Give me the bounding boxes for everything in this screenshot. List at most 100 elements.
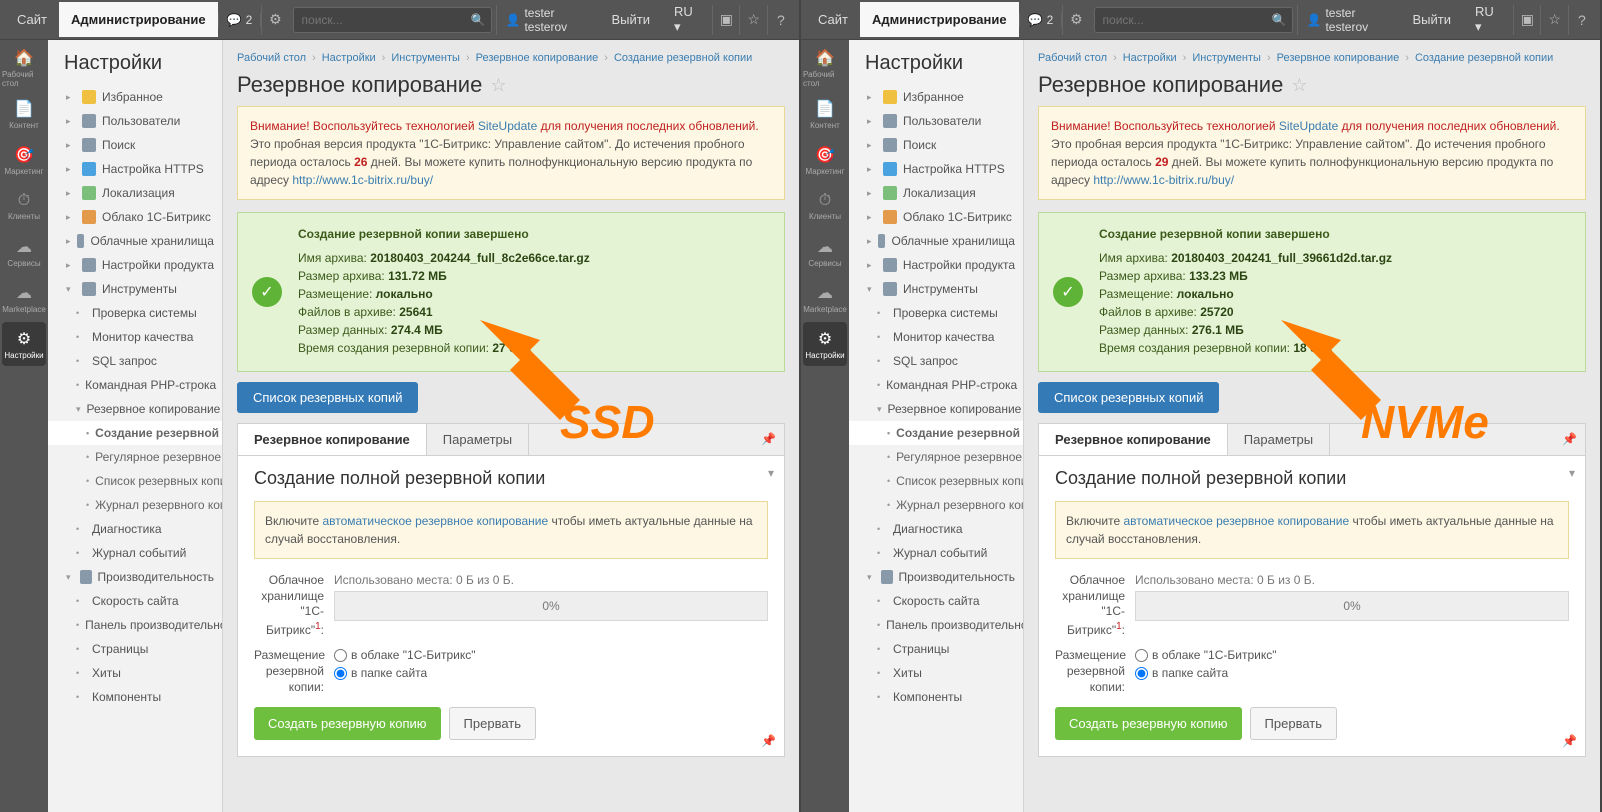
nav-item[interactable]: ▸Облако 1С-Битрикс — [48, 205, 222, 229]
search-input[interactable]: 🔍 — [293, 7, 493, 33]
crumb[interactable]: Создание резервной копии — [614, 52, 752, 64]
nav-item[interactable]: ▸Пользователи — [48, 109, 222, 133]
crumb[interactable]: Резервное копирование — [1277, 52, 1400, 64]
radio-cloud[interactable]: в облаке "1С-Битрикс" — [334, 648, 768, 662]
user-menu[interactable]: 👤tester testerov — [1297, 5, 1400, 35]
nav-item[interactable]: •Скорость сайта — [849, 589, 1023, 613]
nav-item[interactable]: •Проверка системы — [849, 301, 1023, 325]
nav-item[interactable]: ▸Облачные хранилища — [48, 229, 222, 253]
radio-folder[interactable]: в папке сайта — [1135, 666, 1569, 680]
create-button[interactable]: Создать резервную копию — [254, 707, 441, 740]
pin-icon[interactable]: 📌 — [1554, 424, 1585, 455]
nav-item[interactable]: •Регулярное резервное к — [849, 445, 1023, 469]
nav-item[interactable]: •Журнал событий — [48, 541, 222, 565]
nav-item[interactable]: •Список резервных копий — [48, 469, 222, 493]
help-icon[interactable]: ? — [1568, 5, 1595, 35]
nav-item[interactable]: •Монитор качества — [48, 325, 222, 349]
nav-item[interactable]: •Диагностика — [48, 517, 222, 541]
gear-icon[interactable]: ⚙ — [1062, 5, 1089, 35]
nav-item[interactable]: •Список резервных копий — [849, 469, 1023, 493]
nav-item[interactable]: •Панель производительнос — [48, 613, 222, 637]
pin-icon[interactable]: 📌 — [761, 734, 776, 748]
tab-site[interactable]: Сайт — [5, 2, 59, 37]
nav-item[interactable]: ▸Облако 1С-Битрикс — [849, 205, 1023, 229]
star-icon[interactable]: ☆ — [739, 5, 766, 35]
tab-params[interactable]: Параметры — [1228, 424, 1330, 455]
iconbar-item[interactable]: 🎯Маркетинг — [2, 138, 46, 182]
pin-icon[interactable]: 📌 — [753, 424, 784, 455]
star-icon[interactable]: ☆ — [1291, 75, 1307, 96]
nav-item[interactable]: ▸Избранное — [849, 85, 1023, 109]
iconbar-item[interactable]: ⚙Настройки — [2, 322, 46, 366]
gear-icon[interactable]: ⚙ — [261, 5, 288, 35]
crumb[interactable]: Настройки — [322, 52, 376, 64]
logout[interactable]: Выйти — [1401, 2, 1464, 37]
window-icon[interactable]: ▣ — [712, 5, 739, 35]
nav-item[interactable]: •Проверка системы — [48, 301, 222, 325]
iconbar-item[interactable]: ⚙Настройки — [803, 322, 847, 366]
crumb[interactable]: Резервное копирование — [476, 52, 599, 64]
nav-item[interactable]: ▾Резервное копирование — [849, 397, 1023, 421]
user-menu[interactable]: 👤tester testerov — [496, 5, 599, 35]
nav-item[interactable]: ▸Настройка HTTPS — [849, 157, 1023, 181]
nav-item[interactable]: •Регулярное резервное к — [48, 445, 222, 469]
nav-item[interactable]: ▸Избранное — [48, 85, 222, 109]
iconbar-item[interactable]: 🎯Маркетинг — [803, 138, 847, 182]
abort-button[interactable]: Прервать — [1250, 707, 1337, 740]
auto-backup-link[interactable]: автоматическое резервное копирование — [322, 514, 548, 528]
lang[interactable]: RU ▾ — [662, 0, 712, 45]
lang[interactable]: RU ▾ — [1463, 0, 1513, 45]
nav-item[interactable]: •Журнал резервного копи — [849, 493, 1023, 517]
list-backups-button[interactable]: Список резервных копий — [1038, 382, 1219, 413]
iconbar-item[interactable]: 🏠Рабочий стол — [803, 46, 847, 90]
buy-link[interactable]: http://www.1c-bitrix.ru/buy/ — [292, 173, 433, 187]
nav-item[interactable]: •Журнал событий — [849, 541, 1023, 565]
pin-icon[interactable]: 📌 — [1562, 734, 1577, 748]
star-icon[interactable]: ☆ — [1540, 5, 1567, 35]
iconbar-item[interactable]: ⏱Клиенты — [2, 184, 46, 228]
nav-item[interactable]: ▸Локализация — [849, 181, 1023, 205]
collapse-icon[interactable]: ▾ — [1569, 466, 1575, 480]
nav-item[interactable]: •Монитор качества — [849, 325, 1023, 349]
nav-item[interactable]: •Страницы — [849, 637, 1023, 661]
nav-item[interactable]: •Создание резервной коп — [849, 421, 1023, 445]
crumb[interactable]: Рабочий стол — [237, 52, 306, 64]
nav-item[interactable]: •SQL запрос — [48, 349, 222, 373]
nav-item[interactable]: •Хиты — [849, 661, 1023, 685]
tab-backup[interactable]: Резервное копирование — [1039, 424, 1228, 455]
crumb[interactable]: Инструменты — [391, 52, 460, 64]
logout[interactable]: Выйти — [600, 2, 663, 37]
nav-item[interactable]: ▸Облачные хранилища — [849, 229, 1023, 253]
nav-item[interactable]: •Компоненты — [48, 685, 222, 709]
help-icon[interactable]: ? — [767, 5, 794, 35]
nav-item[interactable]: ▸Настройки продукта — [48, 253, 222, 277]
notif-badge[interactable]: 💬2 — [218, 13, 262, 27]
star-icon[interactable]: ☆ — [490, 75, 506, 96]
nav-item[interactable]: •Панель производительнос — [849, 613, 1023, 637]
create-button[interactable]: Создать резервную копию — [1055, 707, 1242, 740]
nav-item[interactable]: ▸Поиск — [849, 133, 1023, 157]
list-backups-button[interactable]: Список резервных копий — [237, 382, 418, 413]
siteupdate-link[interactable]: SiteUpdate — [478, 119, 537, 133]
tab-admin[interactable]: Администрирование — [860, 2, 1019, 37]
nav-item[interactable]: •Журнал резервного копи — [48, 493, 222, 517]
crumb[interactable]: Настройки — [1123, 52, 1177, 64]
nav-item[interactable]: •Командная PHP-строка — [48, 373, 222, 397]
auto-backup-link[interactable]: автоматическое резервное копирование — [1123, 514, 1349, 528]
siteupdate-link[interactable]: SiteUpdate — [1279, 119, 1338, 133]
abort-button[interactable]: Прервать — [449, 707, 536, 740]
nav-item[interactable]: ▸Пользователи — [849, 109, 1023, 133]
tab-params[interactable]: Параметры — [427, 424, 529, 455]
crumb[interactable]: Рабочий стол — [1038, 52, 1107, 64]
nav-item[interactable]: •Скорость сайта — [48, 589, 222, 613]
notif-badge[interactable]: 💬2 — [1019, 13, 1063, 27]
nav-item[interactable]: ▸Поиск — [48, 133, 222, 157]
iconbar-item[interactable]: ⏱Клиенты — [803, 184, 847, 228]
iconbar-item[interactable]: ☁Marketplace — [2, 276, 46, 320]
radio-cloud[interactable]: в облаке "1С-Битрикс" — [1135, 648, 1569, 662]
collapse-icon[interactable]: ▾ — [768, 466, 774, 480]
nav-item[interactable]: ▾Инструменты — [48, 277, 222, 301]
iconbar-item[interactable]: 📄Контент — [803, 92, 847, 136]
crumb[interactable]: Инструменты — [1192, 52, 1261, 64]
nav-item[interactable]: ▾Резервное копирование — [48, 397, 222, 421]
